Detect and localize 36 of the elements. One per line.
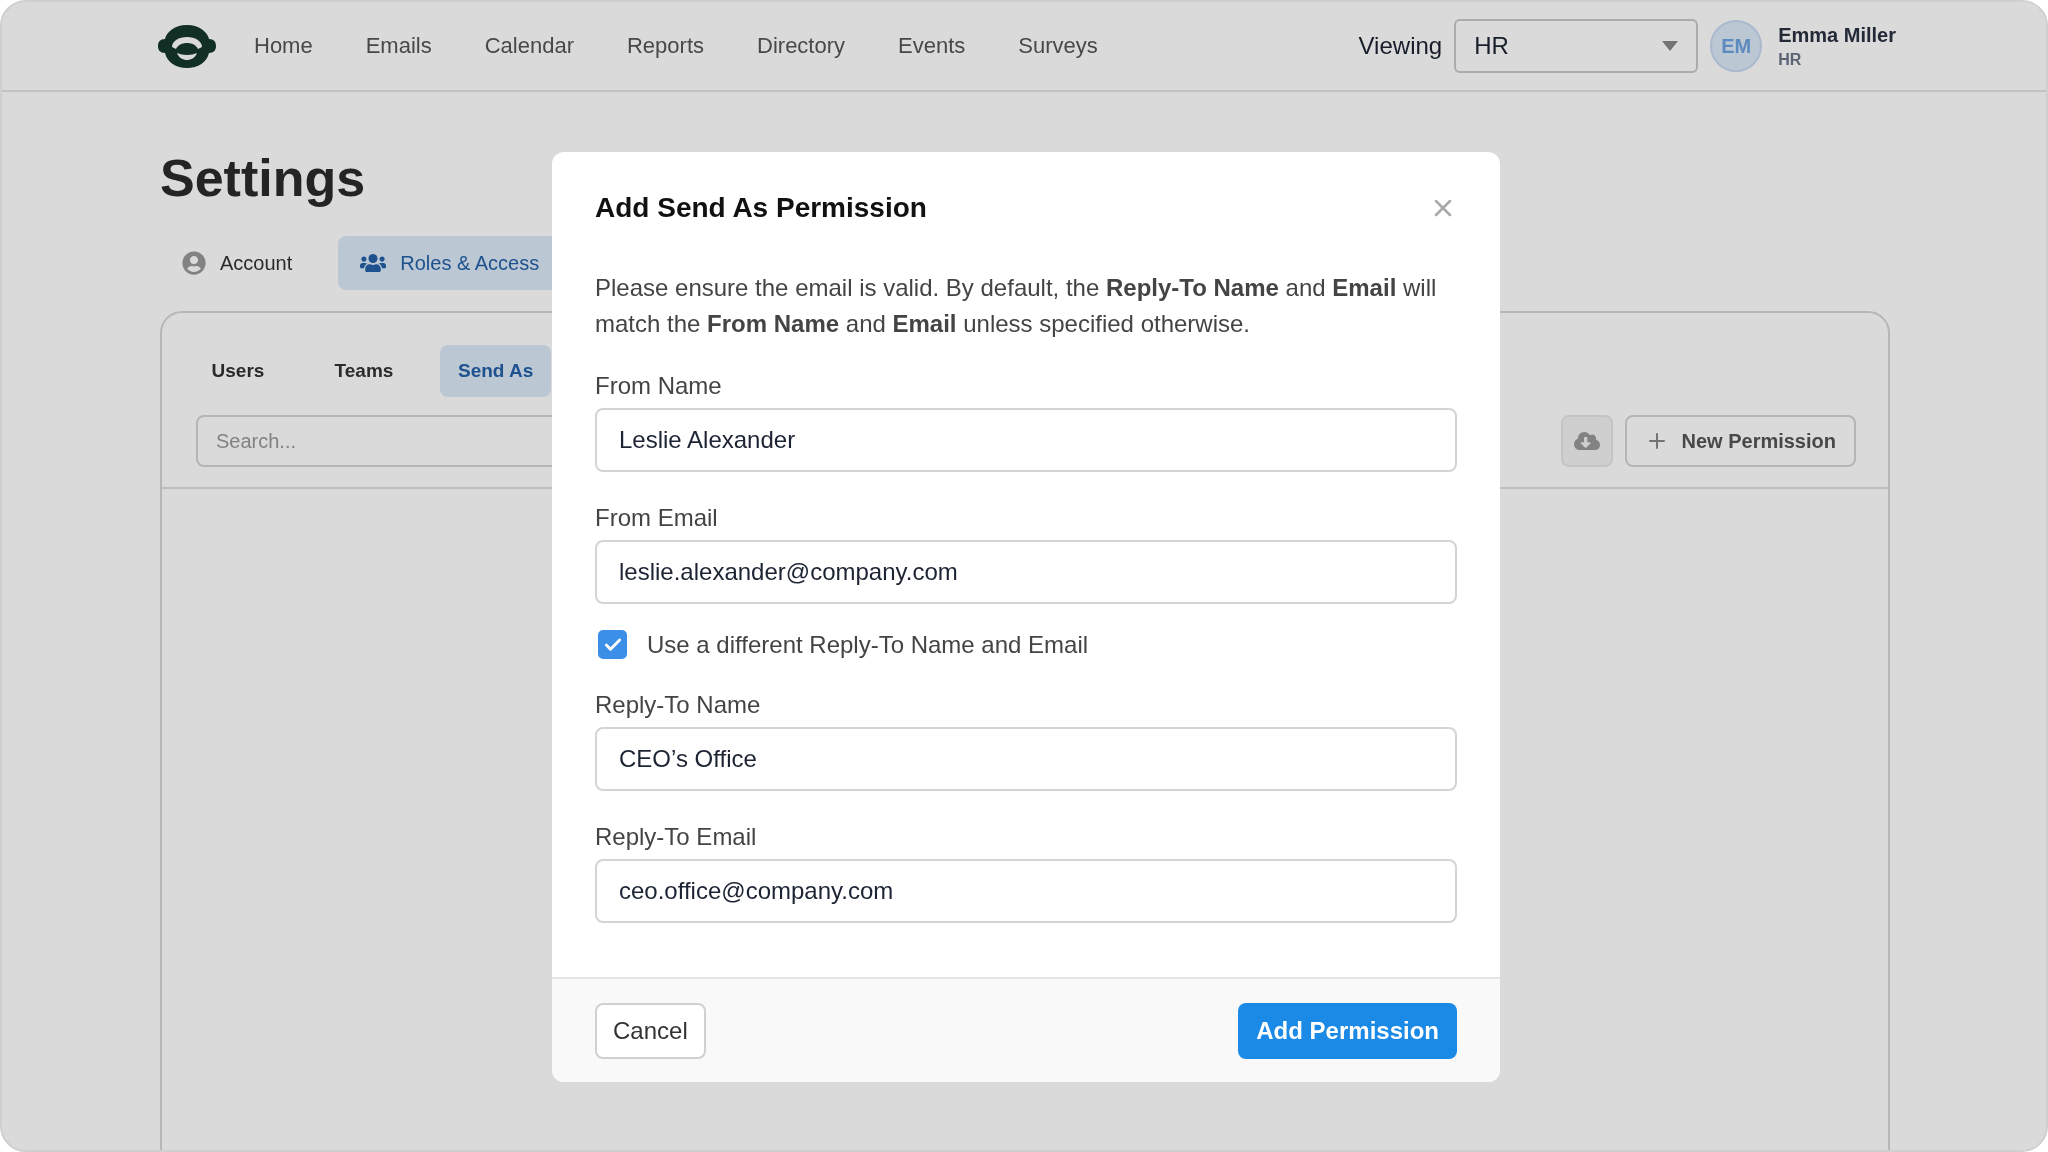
select-value: HR — [1474, 32, 1509, 60]
logo-icon — [158, 23, 216, 69]
sub-tab[interactable]: Send As — [440, 345, 552, 397]
user-role: HR — [1778, 50, 1803, 69]
nav-link[interactable]: Home — [254, 33, 313, 59]
viewing-label: Viewing — [1358, 32, 1443, 60]
download-button[interactable] — [1561, 415, 1614, 467]
sub-tab[interactable]: Teams — [314, 345, 414, 397]
add-permission-button[interactable]: Add Permission — [1238, 1002, 1457, 1059]
nav-link[interactable]: Events — [898, 33, 966, 59]
new-permission-button[interactable]: New Permission — [1625, 415, 1856, 467]
viewing-select[interactable]: HR — [1454, 19, 1699, 73]
text-field[interactable]: ceo.office@company.com — [595, 859, 1457, 923]
text-field[interactable]: CEO’s Office — [595, 727, 1457, 791]
modal-title: Add Send As Permission — [595, 192, 927, 224]
nav-link[interactable]: Directory — [757, 33, 846, 59]
page-title: Settings — [160, 148, 366, 208]
nav-link[interactable]: Calendar — [484, 33, 574, 59]
caret-icon — [1662, 41, 1679, 51]
user-name: Emma Miller — [1778, 23, 1896, 47]
nav-link[interactable]: Surveys — [1018, 33, 1098, 59]
text-field[interactable]: Leslie Alexander — [595, 408, 1457, 472]
checkbox[interactable] — [598, 630, 627, 659]
nav-link[interactable]: Emails — [365, 33, 432, 59]
checkbox-label: Use a different Reply-To Name and Email — [647, 630, 1089, 659]
field-label: Reply-To Name — [595, 691, 762, 719]
sub-tab[interactable]: Users — [188, 345, 288, 397]
field-label: From Email — [595, 504, 719, 532]
cancel-button[interactable]: Cancel — [595, 1002, 706, 1059]
nav-link[interactable]: Reports — [627, 33, 705, 59]
user-icon — [182, 251, 206, 275]
modal-description: Please ensure the email is valid. By default, the Reply-To Name and Email will match the From Name and Email unless specified otherwise. — [595, 273, 1438, 339]
settings-tab[interactable]: Account — [160, 236, 315, 290]
field-label: From Name — [595, 372, 723, 400]
text-field[interactable]: leslie.alexander@company.com — [595, 540, 1457, 604]
field-label: Reply-To Email — [595, 823, 758, 851]
